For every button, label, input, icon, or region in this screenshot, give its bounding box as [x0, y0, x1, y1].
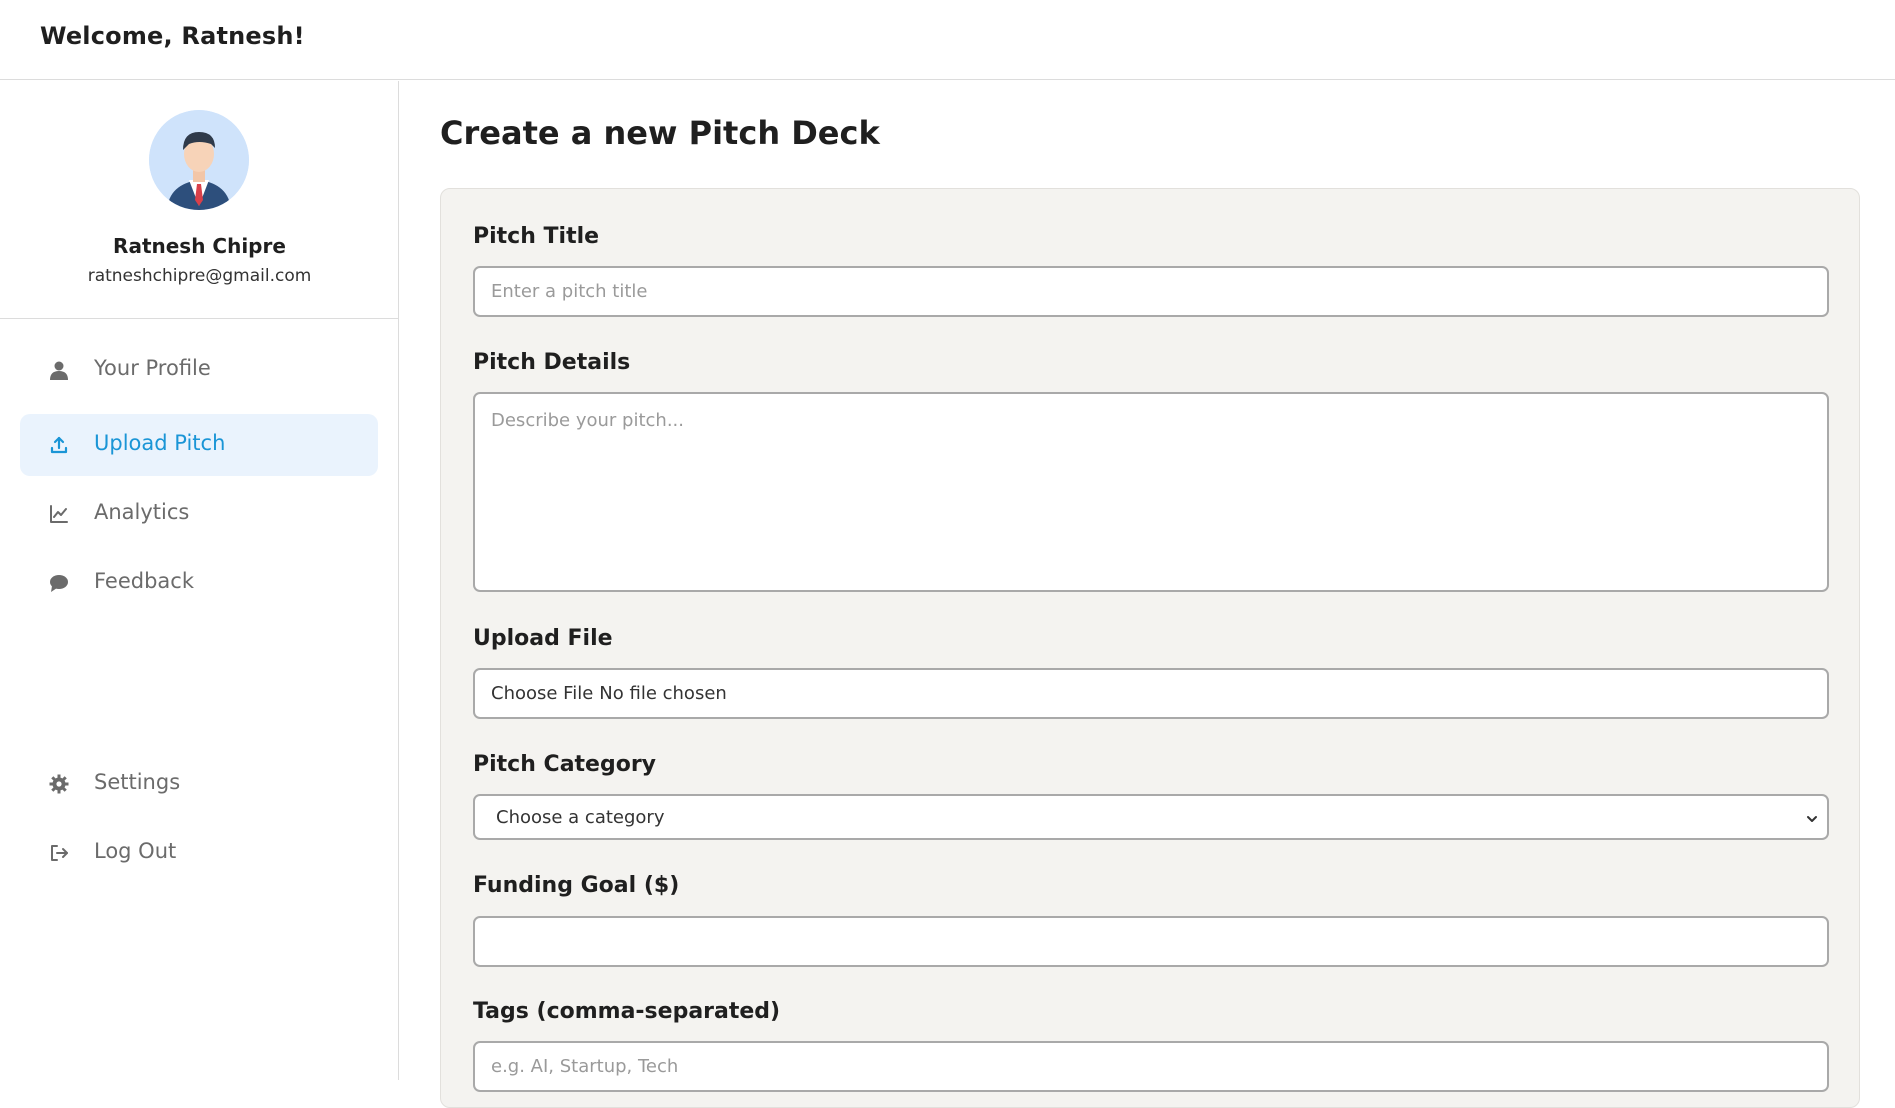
pitch-title-label: Pitch Title — [473, 224, 600, 249]
logout-icon — [48, 842, 70, 864]
upload-file-label: Upload File — [473, 626, 613, 651]
pitch-form-card: Pitch Title Enter a pitch title Pitch De… — [440, 188, 1860, 1108]
pitch-title-input[interactable]: Enter a pitch title — [473, 266, 1829, 317]
page-title: Create a new Pitch Deck — [440, 114, 880, 152]
funding-goal-input[interactable] — [473, 916, 1829, 967]
chevron-down-icon — [1805, 810, 1819, 824]
tags-placeholder: e.g. AI, Startup, Tech — [491, 1056, 679, 1077]
sidebar-item-analytics[interactable]: Analytics — [20, 483, 378, 545]
upload-icon — [48, 434, 70, 456]
tags-input[interactable]: e.g. AI, Startup, Tech — [473, 1041, 1829, 1092]
pitch-category-label: Pitch Category — [473, 752, 657, 777]
tags-label: Tags (comma-separated) — [473, 999, 781, 1024]
chat-bubble-icon — [48, 572, 70, 594]
sidebar-item-label: Feedback — [94, 569, 195, 593]
sidebar-item-upload-pitch[interactable]: Upload Pitch — [20, 414, 378, 476]
pitch-details-textarea[interactable]: Describe your pitch... — [473, 392, 1829, 592]
profile-email: ratneshchipre@gmail.com — [87, 266, 312, 286]
pitch-details-label: Pitch Details — [473, 350, 631, 375]
welcome-message: Welcome, Ratnesh! — [40, 22, 305, 50]
sidebar: Ratnesh Chipre ratneshchipre@gmail.com Y… — [0, 81, 399, 1080]
sidebar-item-log-out[interactable]: Log Out — [20, 822, 378, 884]
funding-goal-label: Funding Goal ($) — [473, 873, 680, 898]
top-bar: Welcome, Ratnesh! — [0, 0, 1895, 80]
sidebar-item-label: Upload Pitch — [94, 431, 226, 455]
sidebar-item-your-profile[interactable]: Your Profile — [20, 339, 378, 401]
user-icon — [48, 359, 70, 381]
profile-card: Ratnesh Chipre ratneshchipre@gmail.com — [0, 81, 399, 319]
file-status: No file chosen — [599, 683, 727, 704]
sidebar-item-feedback[interactable]: Feedback — [20, 552, 378, 614]
file-input[interactable]: Choose File No file chosen — [473, 668, 1829, 719]
sidebar-item-label: Settings — [94, 770, 181, 794]
sidebar-item-label: Your Profile — [94, 356, 211, 380]
chart-line-icon — [48, 503, 70, 525]
choose-file-button[interactable]: Choose File — [491, 683, 593, 704]
sidebar-item-settings[interactable]: Settings — [20, 753, 378, 815]
pitch-title-placeholder: Enter a pitch title — [491, 281, 648, 302]
pitch-category-select[interactable]: Choose a category — [473, 794, 1829, 840]
businessman-avatar-icon — [149, 110, 249, 210]
pitch-category-selected: Choose a category — [496, 806, 665, 828]
pitch-details-placeholder: Describe your pitch... — [491, 410, 684, 431]
sidebar-item-label: Log Out — [94, 839, 177, 863]
gear-icon — [48, 773, 70, 795]
sidebar-item-label: Analytics — [94, 500, 190, 524]
profile-name: Ratnesh Chipre — [113, 234, 286, 258]
